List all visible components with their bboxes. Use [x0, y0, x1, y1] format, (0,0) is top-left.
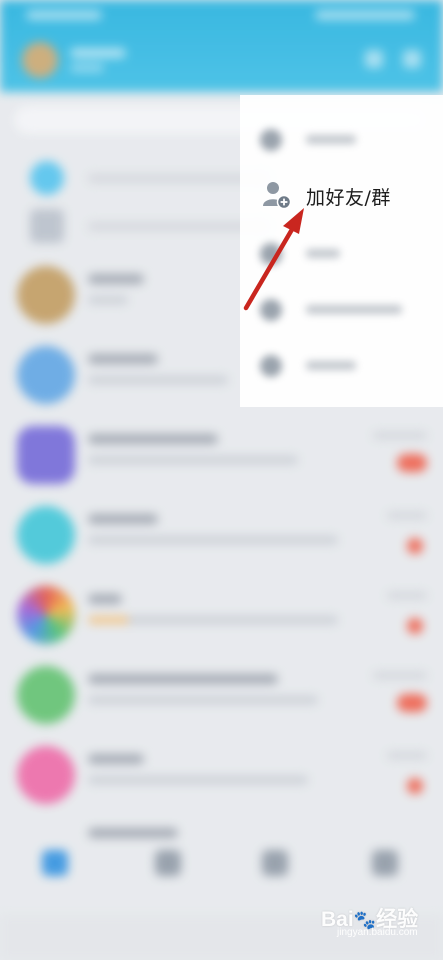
menu-item-scan[interactable]: [240, 225, 443, 281]
add-friend-icon: [262, 180, 292, 210]
group-icon: [260, 129, 282, 151]
menu-item-label: [306, 135, 356, 144]
menu-item-pay[interactable]: [240, 337, 443, 393]
menu-item-label: 加好友/群: [306, 187, 391, 209]
menu-item-add-friend[interactable]: 加好友/群: [240, 168, 443, 224]
menu-item-label: [306, 305, 402, 314]
menu-item-label: [306, 361, 356, 370]
scan-icon: [260, 243, 282, 265]
watermark: Bai🐾经验 jingyan.baidu.com: [321, 903, 429, 943]
menu-item-create-group[interactable]: [240, 111, 443, 167]
computer-icon: [260, 299, 282, 321]
plus-dropdown-menu: [240, 95, 443, 407]
watermark-url: jingyan.baidu.com: [337, 927, 418, 938]
menu-item-label: [306, 249, 340, 258]
payment-icon: [260, 355, 282, 377]
menu-item-file-transfer[interactable]: [240, 281, 443, 337]
